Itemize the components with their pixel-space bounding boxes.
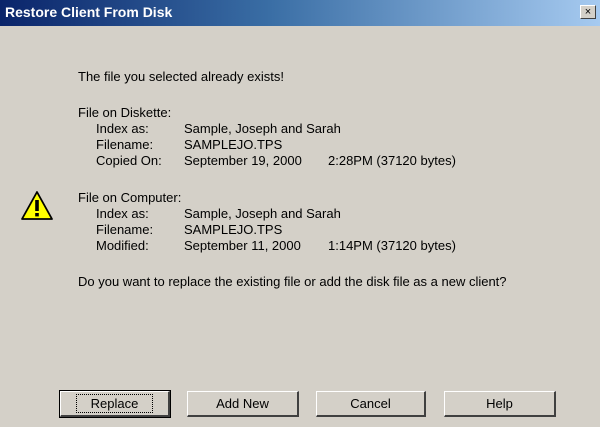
close-button[interactable]: × bbox=[580, 5, 596, 19]
diskette-index-label: Index as: bbox=[96, 121, 149, 136]
dialog-title: Restore Client From Disk bbox=[5, 4, 173, 20]
computer-filename-label: Filename: bbox=[96, 222, 154, 237]
computer-heading: File on Computer: bbox=[78, 190, 182, 205]
diskette-filename-value: SAMPLEJO.TPS bbox=[184, 137, 283, 152]
diskette-time-value: 2:28PM (37120 bytes) bbox=[328, 153, 456, 168]
computer-index-value: Sample, Joseph and Sarah bbox=[184, 206, 341, 221]
diskette-index-value: Sample, Joseph and Sarah bbox=[184, 121, 341, 136]
add-new-button[interactable]: Add New bbox=[187, 391, 299, 417]
computer-index-label: Index as: bbox=[96, 206, 149, 221]
diskette-date-value: September 19, 2000 bbox=[184, 153, 302, 168]
cancel-button-label: Cancel bbox=[350, 396, 391, 411]
warning-icon bbox=[21, 191, 53, 220]
title-bar[interactable]: Restore Client From Disk × bbox=[0, 0, 600, 26]
close-icon: × bbox=[584, 5, 592, 18]
diskette-date-label: Copied On: bbox=[96, 153, 162, 168]
computer-date-label: Modified: bbox=[96, 238, 149, 253]
computer-time-value: 1:14PM (37120 bytes) bbox=[328, 238, 456, 253]
computer-filename-value: SAMPLEJO.TPS bbox=[184, 222, 283, 237]
add-new-button-label: Add New bbox=[216, 396, 269, 411]
help-button-label: Help bbox=[486, 396, 513, 411]
exists-message: The file you selected already exists! bbox=[78, 69, 284, 84]
restore-client-dialog: Restore Client From Disk × The file you … bbox=[0, 0, 600, 427]
replace-button-label: Replace bbox=[75, 394, 154, 413]
computer-date-value: September 11, 2000 bbox=[184, 238, 301, 253]
cancel-button[interactable]: Cancel bbox=[316, 391, 426, 417]
replace-button[interactable]: Replace bbox=[59, 390, 171, 418]
diskette-heading: File on Diskette: bbox=[78, 105, 172, 120]
diskette-filename-label: Filename: bbox=[96, 137, 154, 152]
help-button[interactable]: Help bbox=[444, 391, 556, 417]
replace-question: Do you want to replace the existing file… bbox=[78, 274, 507, 289]
